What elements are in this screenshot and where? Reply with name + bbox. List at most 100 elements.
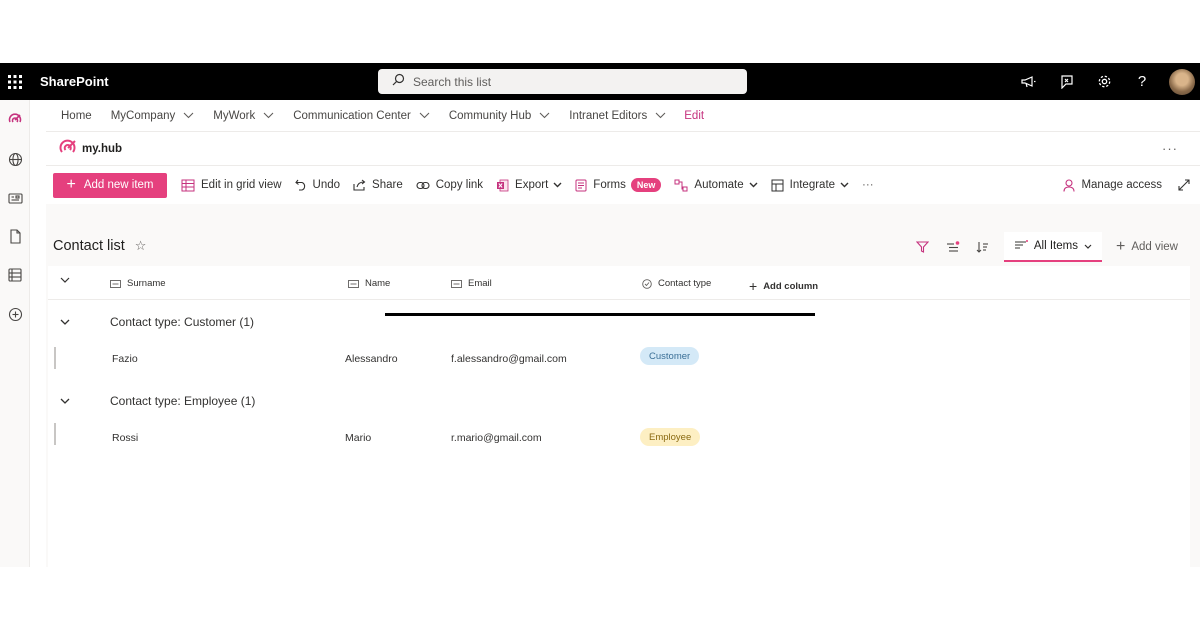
row-selection-bar[interactable] [54, 347, 56, 369]
site-more-icon[interactable]: ··· [1162, 141, 1178, 156]
hub-nav-mywork[interactable]: MyWork [213, 110, 274, 122]
hub-nav-label: Intranet Editors [569, 109, 648, 122]
app-launcher-icon[interactable] [0, 63, 30, 100]
status-badge: Employee [640, 428, 701, 446]
site-logo[interactable]: my.hub [58, 138, 122, 161]
plus-icon: + [1115, 238, 1126, 255]
plus-icon: + [749, 278, 758, 294]
integrate-icon [771, 179, 784, 192]
cell-email: f.alessandro@gmail.com [451, 353, 567, 365]
hub-nav-label: Community Hub [448, 109, 532, 122]
table-row[interactable]: Rossi Mario r.mario@gmail.com Employee [48, 422, 1190, 456]
favorite-star-icon[interactable]: ☆ [135, 238, 147, 254]
feedback-icon[interactable] [1047, 63, 1085, 100]
text-column-icon [348, 279, 359, 288]
sharepoint-home-icon[interactable] [6, 111, 24, 129]
settings-gear-icon[interactable] [1085, 63, 1123, 100]
undo-label: Undo [312, 179, 341, 191]
hub-nav-intranet-editors[interactable]: Intranet Editors [569, 110, 666, 122]
view-tools: All Items + Add view [908, 232, 1200, 262]
search-placeholder: Search this list [413, 74, 492, 89]
group-header[interactable]: Contact type: Employee (1) [48, 388, 1190, 414]
add-new-item-label: Add new item [83, 179, 154, 191]
document-icon[interactable] [6, 227, 24, 245]
hub-nav-communication-center[interactable]: Communication Center [293, 110, 430, 122]
search-icon [392, 73, 405, 91]
collapse-all-chevron-icon[interactable] [60, 277, 70, 284]
column-header-contact-type[interactable]: Contact type [642, 278, 711, 289]
expand-icon[interactable] [1178, 179, 1190, 191]
avatar[interactable] [1169, 68, 1195, 95]
automate-button[interactable]: Automate [674, 179, 758, 192]
row-selection-bar[interactable] [54, 423, 56, 445]
column-header-name[interactable]: Name [348, 278, 390, 289]
edit-grid-view-label: Edit in grid view [201, 179, 282, 191]
chevron-down-icon [1084, 240, 1092, 252]
site-header: my.hub ··· [46, 133, 1200, 166]
text-column-icon [110, 279, 121, 288]
copy-link-button[interactable]: Copy link [416, 179, 483, 191]
filter-icon[interactable] [908, 241, 938, 253]
manage-access-label: Manage access [1081, 179, 1162, 191]
grid-icon [181, 179, 195, 192]
more-commands-button[interactable]: ··· [862, 179, 874, 191]
hub-nav-home[interactable]: Home [61, 110, 92, 122]
lists-icon[interactable] [6, 266, 24, 284]
add-new-item-button[interactable]: + Add new item [53, 172, 167, 198]
view-lines-icon [1014, 239, 1028, 253]
help-icon[interactable]: ? [1123, 63, 1161, 100]
choice-column-icon [642, 278, 652, 289]
chevron-down-icon [183, 110, 194, 122]
person-icon [1063, 178, 1076, 192]
hub-nav-mycompany[interactable]: MyCompany [111, 110, 195, 122]
chevron-down-icon[interactable] [60, 392, 70, 410]
hub-nav-label: Home [61, 109, 92, 122]
chevron-down-icon [539, 110, 550, 122]
add-view-button[interactable]: + Add view [1116, 239, 1178, 255]
add-column-button[interactable]: + Add column [749, 278, 818, 294]
view-selector[interactable]: All Items [1003, 232, 1102, 262]
automate-label: Automate [694, 179, 744, 191]
list-area: Contact list ☆ All Items + Add view Surn… [46, 204, 1200, 567]
hub-nav-edit-link[interactable]: Edit [684, 110, 704, 122]
group-by-icon[interactable] [938, 240, 968, 254]
chevron-down-icon [749, 179, 758, 191]
undo-icon [294, 179, 307, 191]
column-header-email[interactable]: Email [451, 278, 492, 289]
globe-icon[interactable] [6, 150, 24, 168]
forms-button[interactable]: Forms New [575, 178, 662, 192]
share-icon [353, 179, 366, 191]
search-input[interactable]: Search this list [378, 69, 747, 94]
app-name[interactable]: SharePoint [40, 74, 109, 89]
text-column-icon [451, 279, 462, 288]
myhub-logo-icon [58, 138, 78, 161]
cell-surname: Rossi [112, 432, 139, 444]
export-button[interactable]: Export [496, 179, 562, 192]
suite-bar: SharePoint Search this list ? [0, 63, 1200, 100]
share-button[interactable]: Share [353, 179, 403, 191]
chevron-down-icon [840, 179, 849, 191]
column-label: Name [365, 278, 391, 289]
news-icon[interactable] [6, 189, 24, 207]
automate-flow-icon [674, 179, 688, 192]
undo-button[interactable]: Undo [294, 179, 341, 191]
cell-name: Mario [345, 432, 372, 444]
grid-header: Surname Name Email Contact type + Add co… [48, 266, 1190, 300]
cell-surname: Fazio [112, 353, 138, 365]
megaphone-icon[interactable] [1009, 63, 1047, 100]
chevron-down-icon[interactable] [60, 313, 70, 331]
integrate-button[interactable]: Integrate [771, 179, 849, 192]
sort-icon[interactable] [968, 241, 998, 253]
create-plus-icon[interactable] [6, 305, 24, 323]
column-header-surname[interactable]: Surname [110, 278, 166, 289]
hub-nav-community-hub[interactable]: Community Hub [449, 110, 550, 122]
command-bar: + Add new item Edit in grid view Undo Sh… [46, 167, 1200, 203]
manage-access-button[interactable]: Manage access [1063, 178, 1162, 192]
table-row[interactable]: Fazio Alessandro f.alessandro@gmail.com … [48, 343, 1190, 377]
cell-email: r.mario@gmail.com [451, 432, 542, 444]
forms-label: Forms [593, 179, 626, 191]
column-label: Contact type [658, 278, 712, 289]
edit-grid-view-button[interactable]: Edit in grid view [181, 179, 282, 192]
chevron-down-icon [419, 110, 430, 122]
column-label: Email [468, 278, 492, 289]
